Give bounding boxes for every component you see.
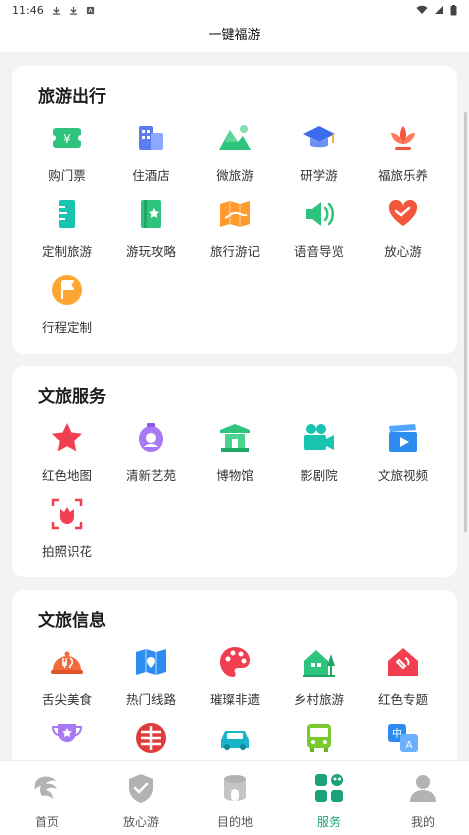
grid-item-rural-tourism[interactable]: 乡村旅游 [277, 644, 361, 708]
mountain-icon [219, 125, 251, 150]
grid-item-custom-travel[interactable]: 定制旅游 [25, 196, 109, 260]
notification-icon [86, 6, 94, 14]
grid-item-guide[interactable]: 游玩攻略 [109, 196, 193, 260]
scrollbar[interactable] [464, 112, 467, 532]
clapperboard-icon [389, 424, 417, 452]
grid-item-audio-guide[interactable]: 语音导览 [277, 196, 361, 260]
grid-item-translate[interactable]: 中A [361, 720, 445, 760]
grid-item-study-tour[interactable]: 研学游 [277, 120, 361, 184]
tab-services[interactable]: 服务 [294, 771, 364, 830]
status-time: 11:46 [12, 3, 44, 17]
user-icon [410, 775, 436, 802]
battery-icon [450, 4, 457, 15]
lantern-icon [139, 423, 163, 452]
hotel-icon [139, 126, 163, 150]
speaker-icon [306, 202, 334, 226]
lotus-icon [391, 126, 415, 150]
home-logo-icon [34, 776, 57, 799]
wifi-icon [416, 5, 428, 14]
graduation-cap-icon [303, 126, 335, 148]
grid-item-red-map[interactable]: 红色地图 [25, 420, 109, 484]
route-map-icon [136, 649, 166, 675]
grid-item-worry-free-tour[interactable]: 放心游 [361, 196, 445, 260]
grid-item-culture-video[interactable]: 文旅视频 [361, 420, 445, 484]
grid-item-bus[interactable] [277, 720, 361, 760]
grid-item-wellness[interactable]: 福旅乐养 [361, 120, 445, 184]
bus-icon [307, 724, 331, 752]
svg-text:中: 中 [392, 727, 402, 740]
grid-item-trophy[interactable] [25, 720, 109, 760]
trophy-icon [51, 724, 83, 742]
grid-item-art-garden[interactable]: 清新艺苑 [109, 420, 193, 484]
signal-icon [435, 6, 443, 14]
ruler-icon [59, 200, 75, 228]
grid-item-hotel[interactable]: 住酒店 [109, 120, 193, 184]
tab-home[interactable]: 首页 [12, 771, 82, 830]
grid-item-flower-recognition[interactable]: 拍照识花 [25, 496, 109, 560]
tab-profile[interactable]: 我的 [388, 771, 458, 830]
grid-item-red-topic[interactable]: 红色专题 [361, 644, 445, 708]
shield-check-icon [129, 774, 153, 803]
destination-icon [224, 775, 246, 801]
download-icon [69, 6, 77, 15]
grid-item-micro-travel[interactable]: 微旅游 [193, 120, 277, 184]
flag-icon [52, 275, 82, 305]
grid-item-self-drive[interactable] [193, 720, 277, 760]
section-culture-services: 文旅服务 红色地图 清新艺苑 博物馆 影剧院 文旅视频 拍照识花 [12, 366, 457, 577]
red-star-icon [52, 423, 82, 452]
grid-item-museum[interactable]: 博物馆 [193, 420, 277, 484]
ticket-icon: ¥ [50, 128, 84, 148]
guide-book-icon [141, 200, 161, 228]
grid-item-heritage-emblem[interactable] [109, 720, 193, 760]
map-icon [220, 201, 250, 227]
tab-destination[interactable]: 目的地 [200, 771, 270, 830]
section-travel: 旅游出行 ¥ 购门票 住酒店 微旅游 研学游 福旅乐养 定制旅游 游玩攻略 旅行… [12, 66, 457, 354]
section-title: 文旅服务 [38, 387, 106, 407]
heart-icon [388, 199, 418, 226]
heritage-emblem-icon [136, 723, 166, 753]
section-title: 文旅信息 [38, 611, 106, 631]
section-culture-info: 文旅信息 舌尖美食 热门线路 璀璨非遗 乡村旅游 红色专题 中 A [12, 590, 457, 760]
bottom-tab-bar: 首页 放心游 目的地 服务 我的 [0, 760, 469, 835]
village-house-icon [303, 650, 335, 677]
svg-text:A: A [406, 740, 413, 751]
status-bar: 11:46 [0, 0, 469, 20]
red-house-icon [388, 648, 418, 676]
grid-item-theater[interactable]: 影剧院 [277, 420, 361, 484]
food-cloche-icon [51, 651, 83, 674]
services-scroll-area[interactable]: 旅游出行 ¥ 购门票 住酒店 微旅游 研学游 福旅乐养 定制旅游 游玩攻略 旅行… [0, 52, 469, 760]
palette-icon [220, 647, 250, 677]
svg-text:¥: ¥ [63, 132, 71, 146]
video-camera-icon [304, 424, 334, 450]
download-icon [52, 6, 60, 15]
grid-item-travelogue[interactable]: 旅行游记 [193, 196, 277, 260]
tab-worry-free[interactable]: 放心游 [106, 771, 176, 830]
page-title: 一键福游 [0, 20, 469, 52]
translate-icon: 中A [388, 724, 418, 752]
flower-scan-icon [51, 498, 83, 530]
grid-item-heritage[interactable]: 璀璨非遗 [193, 644, 277, 708]
grid-item-itinerary[interactable]: 行程定制 [25, 272, 109, 336]
museum-icon [220, 424, 250, 452]
car-icon [221, 731, 249, 750]
grid-item-food[interactable]: 舌尖美食 [25, 644, 109, 708]
grid-item-buy-ticket[interactable]: ¥ 购门票 [25, 120, 109, 184]
services-grid-icon [315, 774, 343, 802]
section-title: 旅游出行 [38, 87, 106, 107]
grid-item-hot-routes[interactable]: 热门线路 [109, 644, 193, 708]
